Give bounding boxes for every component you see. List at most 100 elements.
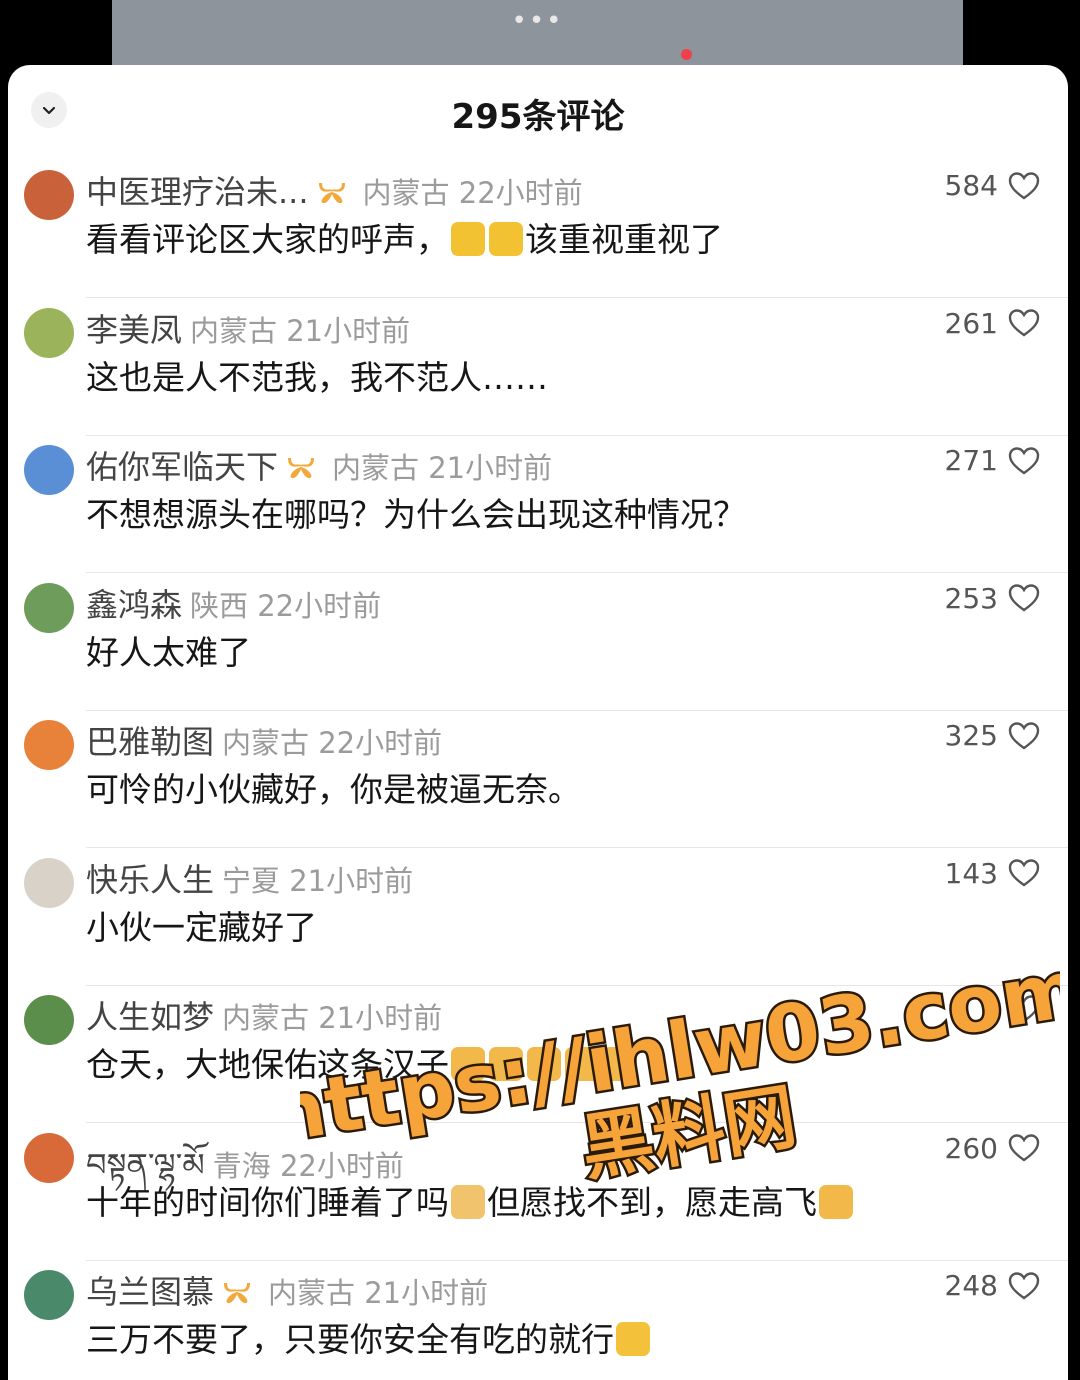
like-count: 260 bbox=[944, 1131, 998, 1165]
fan-badge-icon bbox=[284, 452, 318, 490]
heart-icon[interactable] bbox=[998, 171, 1040, 201]
comment-item[interactable]: 佑你军临天下 内蒙古 21小时前不想想源头在哪吗？为什么会出现这种情况？ 271 bbox=[8, 436, 1068, 573]
like-count: 584 bbox=[944, 169, 998, 202]
comment-text-part: 但愿找不到，愿走高飞 bbox=[487, 1182, 817, 1222]
like-button[interactable]: 261 bbox=[945, 307, 1040, 340]
heart-icon[interactable] bbox=[998, 446, 1040, 476]
comment-text: 三万不要了，只要你安全有吃的就行 bbox=[86, 1313, 652, 1361]
comment-text: 仓天，大地保佑这条汉子 bbox=[86, 1038, 639, 1086]
username[interactable]: 李美凤 bbox=[86, 311, 182, 349]
location-time: 宁夏 21小时前 bbox=[222, 863, 414, 898]
comment-meta: 乌兰图慕 内蒙古 21小时前 bbox=[86, 1267, 488, 1315]
comment-meta: 巴雅勒图 内蒙古 22小时前 bbox=[86, 717, 442, 763]
like-count: 271 bbox=[944, 444, 998, 477]
location-time: 内蒙古 22小时前 bbox=[222, 726, 443, 760]
username[interactable]: 巴雅勒图 bbox=[86, 723, 214, 761]
comment-item[interactable]: 快乐人生 宁夏 21小时前小伙一定藏好了 143 bbox=[8, 849, 1068, 986]
avatar[interactable] bbox=[24, 307, 74, 358]
comment-meta: 李美凤 内蒙古 21小时前 bbox=[86, 305, 410, 351]
comment-meta: 鑫鸿森 陕西 22小时前 bbox=[86, 580, 381, 626]
comment-text: 可怜的小伙藏好，你是被逼无奈。 bbox=[86, 763, 581, 811]
comment-text: 十年的时间你们睡着了吗 但愿找不到，愿走高飞 bbox=[86, 1176, 855, 1224]
avatar[interactable] bbox=[24, 995, 74, 1045]
comments-sheet: 295条评论 中医理疗治未... 内蒙古 22小时前 看看评论区大家的呼声， 该重视重… bbox=[8, 65, 1068, 1380]
location-time: 内蒙古 21小时前 bbox=[190, 313, 411, 348]
comment-item[interactable]: བསྟན་ལྷ་མོ 青海 22小时前 十年的时间你们睡着了吗 但愿找不到，愿走高飞 2… bbox=[8, 1124, 1068, 1261]
heart-icon[interactable] bbox=[998, 994, 1040, 1024]
username[interactable]: 快乐人生 bbox=[86, 861, 214, 899]
comment-text-part: 该重视重视了 bbox=[525, 220, 723, 259]
location-time: 内蒙古 21小时前 bbox=[332, 451, 553, 485]
location-time: 陕西 22小时前 bbox=[190, 588, 382, 623]
like-button[interactable] bbox=[998, 994, 1040, 1024]
username[interactable]: 佑你军临天下 bbox=[86, 448, 278, 486]
pray-icon bbox=[527, 1047, 561, 1081]
heart-icon[interactable] bbox=[998, 308, 1040, 338]
comment-item[interactable]: 中医理疗治未... 内蒙古 22小时前看看评论区大家的呼声， 该重视重视了 584 bbox=[8, 161, 1068, 298]
pray-icon bbox=[819, 1184, 853, 1219]
like-count: 248 bbox=[944, 1269, 998, 1302]
heart-icon[interactable] bbox=[998, 583, 1040, 613]
fan-badge-icon bbox=[315, 177, 349, 215]
like-button[interactable]: 253 bbox=[945, 582, 1040, 615]
username[interactable]: 乌兰图慕 bbox=[86, 1273, 214, 1311]
comment-text-part: 小伙一定藏好了 bbox=[86, 907, 317, 947]
comment-item[interactable]: 乌兰图慕 内蒙古 21小时前三万不要了，只要你安全有吃的就行 248 bbox=[8, 1261, 1068, 1380]
comments-title: 295条评论 bbox=[451, 97, 625, 137]
like-count: 325 bbox=[944, 719, 998, 752]
more-dots-icon[interactable]: ••• bbox=[112, 6, 963, 36]
comment-text: 这也是人不范我，我不范人…… bbox=[86, 351, 548, 399]
avatar[interactable] bbox=[24, 857, 74, 908]
comment-text: 不想想源头在哪吗？为什么会出现这种情况？ bbox=[86, 488, 746, 536]
comment-text-part: 可怜的小伙藏好，你是被逼无奈。 bbox=[86, 770, 581, 809]
username[interactable]: 人生如梦 bbox=[86, 998, 214, 1036]
comment-meta: 快乐人生 宁夏 21小时前 bbox=[86, 855, 413, 901]
comment-item[interactable]: 巴雅勒图 内蒙古 22小时前可怜的小伙藏好，你是被逼无奈。 325 bbox=[8, 711, 1068, 848]
fan-badge-icon bbox=[220, 1277, 254, 1315]
pray-icon bbox=[565, 1047, 599, 1081]
avatar[interactable] bbox=[24, 170, 74, 220]
avatar[interactable] bbox=[24, 1132, 74, 1183]
comment-text-part: 这也是人不范我，我不范人…… bbox=[86, 357, 548, 397]
username[interactable]: 中医理疗治未... bbox=[86, 173, 309, 211]
like-button[interactable]: 325 bbox=[945, 719, 1040, 752]
cat-icon bbox=[451, 1184, 485, 1219]
comment-text-part: 仓天，大地保佑这条汉子 bbox=[86, 1045, 449, 1084]
username[interactable]: 鑫鸿森 bbox=[86, 586, 182, 624]
heart-icon[interactable] bbox=[998, 1133, 1040, 1163]
pray-icon bbox=[451, 1047, 485, 1081]
thumbs-up-icon bbox=[451, 222, 485, 256]
avatar[interactable] bbox=[24, 1270, 74, 1320]
like-count: 143 bbox=[944, 856, 998, 890]
comment-item[interactable]: 鑫鸿森 陕西 22小时前好人太难了 253 bbox=[8, 574, 1068, 711]
avatar[interactable] bbox=[24, 445, 74, 495]
heart-icon[interactable] bbox=[998, 721, 1040, 751]
comment-text-part: 看看评论区大家的呼声， bbox=[86, 220, 449, 259]
thumbs-up-icon bbox=[489, 222, 523, 256]
comment-text-part: 好人太难了 bbox=[86, 632, 251, 672]
like-button[interactable]: 143 bbox=[945, 857, 1040, 890]
comment-meta: 佑你军临天下 内蒙古 21小时前 bbox=[86, 442, 552, 490]
comment-meta: 中医理疗治未... 内蒙古 22小时前 bbox=[86, 167, 583, 215]
like-button[interactable]: 248 bbox=[945, 1269, 1040, 1302]
location-time: 内蒙古 21小时前 bbox=[222, 1001, 443, 1035]
like-button[interactable]: 584 bbox=[945, 169, 1040, 202]
avatar[interactable] bbox=[24, 582, 74, 633]
comment-item[interactable]: 人生如梦 内蒙古 21小时前仓天，大地保佑这条汉子 bbox=[8, 986, 1068, 1123]
comment-item[interactable]: 李美凤 内蒙古 21小时前这也是人不范我，我不范人…… 261 bbox=[8, 299, 1068, 436]
comment-text: 看看评论区大家的呼声， 该重视重视了 bbox=[86, 213, 723, 261]
avatar[interactable] bbox=[24, 720, 74, 770]
like-button[interactable]: 271 bbox=[945, 444, 1040, 477]
comment-text-part: 三万不要了，只要你安全有吃的就行 bbox=[86, 1320, 614, 1359]
like-button[interactable]: 260 bbox=[945, 1132, 1040, 1165]
heart-icon[interactable] bbox=[998, 1271, 1040, 1301]
comment-text-part: 不想想源头在哪吗？为什么会出现这种情况？ bbox=[86, 495, 746, 534]
comment-meta: 人生如梦 内蒙古 21小时前 bbox=[86, 992, 442, 1038]
pray-icon bbox=[489, 1047, 523, 1081]
comment-text: 小伙一定藏好了 bbox=[86, 901, 317, 949]
heart-icon[interactable] bbox=[998, 858, 1040, 888]
progress-dot bbox=[681, 49, 692, 60]
comments-header: 295条评论 bbox=[8, 65, 1068, 161]
location-time: 内蒙古 22小时前 bbox=[362, 176, 583, 210]
like-count: 253 bbox=[944, 581, 998, 615]
